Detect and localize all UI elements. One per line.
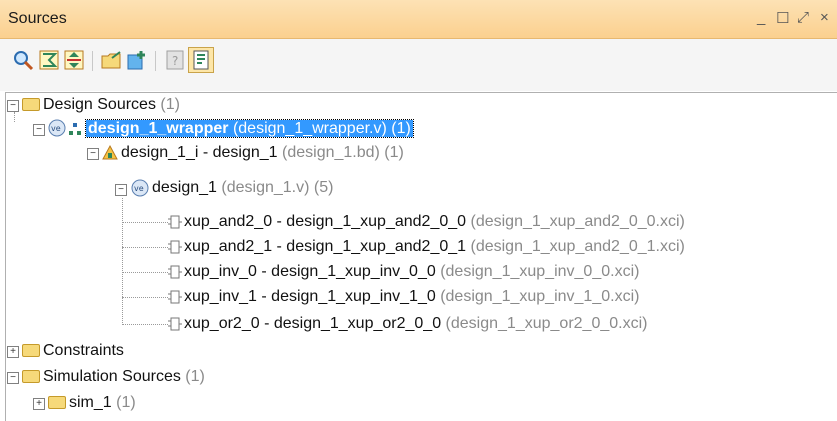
panel-title: Sources: [8, 10, 67, 27]
svg-text:ve: ve: [134, 184, 144, 193]
verilog-module-icon: ve: [48, 119, 66, 137]
folder-icon: [48, 396, 66, 409]
tree-node-ip[interactable]: xup_inv_1 - design_1_xup_inv_1_0 (design…: [184, 285, 639, 309]
collapse-all-icon[interactable]: [38, 49, 60, 71]
sources-panel: Sources _ ☐ ⤢ × ? − Design Sources (1) −…: [0, 0, 837, 421]
tree-node-design-1-i[interactable]: design_1_i - design_1 (design_1.bd) (1): [121, 141, 404, 165]
top-module-icon: [69, 123, 81, 135]
search-icon[interactable]: [12, 49, 34, 71]
show-hierarchy-icon[interactable]: [188, 47, 214, 73]
float-button[interactable]: ⤢: [797, 9, 809, 26]
ip-core-icon: [168, 240, 182, 254]
properties-icon[interactable]: ?: [164, 49, 186, 71]
collapse-toggle[interactable]: −: [7, 372, 19, 384]
minimize-button[interactable]: _: [757, 9, 765, 26]
folder-icon: [22, 344, 40, 357]
toolbar-separator: [155, 51, 156, 71]
tree-node-ip[interactable]: xup_inv_0 - design_1_xup_inv_0_0 (design…: [184, 260, 639, 284]
ip-core-icon: [168, 265, 182, 279]
collapse-toggle[interactable]: −: [33, 124, 45, 136]
tree-node-simulation-sources[interactable]: Simulation Sources (1): [43, 365, 205, 389]
ip-core-icon: [168, 317, 182, 331]
tree-node-sim-1[interactable]: sim_1 (1): [69, 391, 136, 415]
add-sources-icon[interactable]: [100, 49, 122, 71]
tree-node-ip[interactable]: xup_or2_0 - design_1_xup_or2_0_0 (design…: [184, 312, 647, 336]
collapse-toggle[interactable]: −: [115, 184, 127, 196]
tree-node-design-1[interactable]: design_1 (design_1.v) (5): [152, 176, 333, 200]
panel-titlebar: Sources _ ☐ ⤢ ×: [0, 0, 837, 39]
ip-core-icon: [168, 215, 182, 229]
collapse-toggle[interactable]: −: [87, 148, 99, 160]
svg-text:ve: ve: [51, 124, 61, 133]
expand-all-icon[interactable]: [63, 49, 85, 71]
sources-toolbar: ?: [0, 39, 837, 91]
expand-toggle[interactable]: +: [33, 398, 45, 410]
tree-node-ip[interactable]: xup_and2_0 - design_1_xup_and2_0_0 (desi…: [184, 210, 685, 234]
maximize-button[interactable]: ☐: [776, 9, 789, 27]
collapse-toggle[interactable]: −: [7, 100, 19, 112]
hierarchy-update-icon[interactable]: [126, 49, 148, 71]
tree-node-design-1-wrapper[interactable]: design_1_wrapper (design_1_wrapper.v) (1…: [85, 117, 414, 141]
folder-icon: [22, 98, 40, 111]
selected-node: design_1_wrapper (design_1_wrapper.v) (1…: [85, 119, 414, 138]
tree-node-constraints[interactable]: Constraints: [43, 339, 124, 363]
block-design-icon: [102, 144, 118, 160]
close-button[interactable]: ×: [820, 9, 829, 26]
ip-core-icon: [168, 290, 182, 304]
tree-border: [5, 92, 6, 421]
toolbar-separator: [92, 51, 93, 71]
folder-icon: [22, 370, 40, 383]
tree-node-ip[interactable]: xup_and2_1 - design_1_xup_and2_0_1 (desi…: [184, 235, 685, 259]
expand-toggle[interactable]: +: [7, 346, 19, 358]
tree-node-design-sources[interactable]: Design Sources (1): [43, 93, 180, 117]
svg-text:?: ?: [172, 54, 178, 68]
verilog-module-icon: ve: [131, 179, 149, 197]
